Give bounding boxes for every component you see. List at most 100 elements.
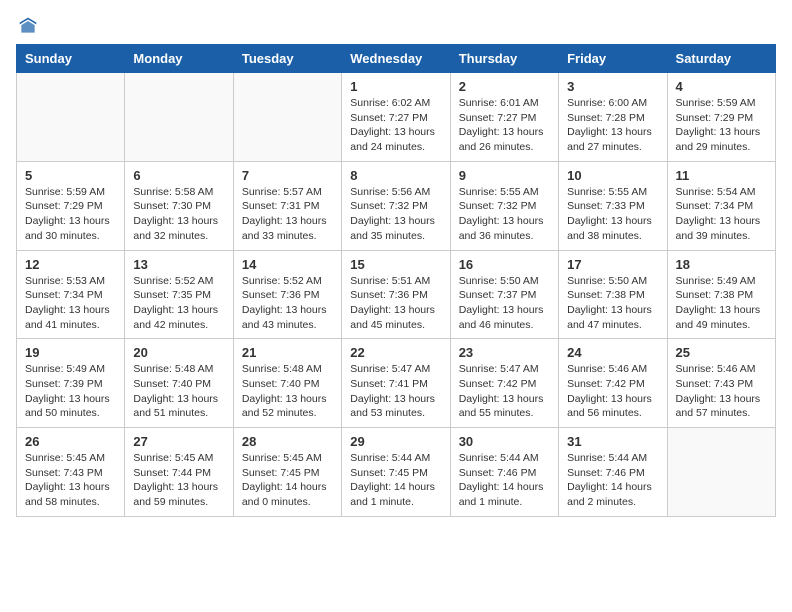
- day-info: Sunrise: 5:50 AM Sunset: 7:37 PM Dayligh…: [459, 274, 550, 333]
- calendar-cell: [17, 73, 125, 162]
- logo-icon: [18, 16, 38, 36]
- day-info: Sunrise: 5:49 AM Sunset: 7:39 PM Dayligh…: [25, 362, 116, 421]
- calendar-cell: 2Sunrise: 6:01 AM Sunset: 7:27 PM Daylig…: [450, 73, 558, 162]
- day-number: 19: [25, 345, 116, 360]
- day-info: Sunrise: 5:59 AM Sunset: 7:29 PM Dayligh…: [676, 96, 767, 155]
- day-info: Sunrise: 5:59 AM Sunset: 7:29 PM Dayligh…: [25, 185, 116, 244]
- calendar-cell: 13 Sunrise: 5:52 AM Sunset: 7:35 PM Dayli…: [125, 250, 233, 339]
- day-number: 7: [242, 168, 333, 183]
- calendar-week-row: 26 Sunrise: 5:45 AM Sunset: 7:43 PM Dayli…: [17, 428, 776, 517]
- day-number: 27: [133, 434, 224, 449]
- day-info: Sunrise: 5:48 AM Sunset: 7:40 PM Dayligh…: [242, 362, 333, 421]
- day-info: Sunrise: 5:44 AM Sunset: 7:45 PM Dayligh…: [350, 451, 441, 510]
- day-info: Sunrise: 5:50 AM Sunset: 7:38 PM Dayligh…: [567, 274, 658, 333]
- day-number: 30: [459, 434, 550, 449]
- day-number: 25: [676, 345, 767, 360]
- calendar-cell: 8 Sunrise: 5:56 AM Sunset: 7:32 PM Daylig…: [342, 161, 450, 250]
- day-number: 21: [242, 345, 333, 360]
- calendar-cell: 29Sunrise: 5:44 AM Sunset: 7:45 PM Dayli…: [342, 428, 450, 517]
- day-number: 3: [567, 79, 658, 94]
- day-number: 1: [350, 79, 441, 94]
- weekday-header: Wednesday: [342, 45, 450, 73]
- calendar-cell: 17 Sunrise: 5:50 AM Sunset: 7:38 PM Dayli…: [559, 250, 667, 339]
- page-header: [16, 16, 776, 36]
- day-info: Sunrise: 5:44 AM Sunset: 7:46 PM Dayligh…: [459, 451, 550, 510]
- weekday-header: Sunday: [17, 45, 125, 73]
- calendar-cell: 12 Sunrise: 5:53 AM Sunset: 7:34 PM Dayli…: [17, 250, 125, 339]
- calendar-cell: [233, 73, 341, 162]
- day-number: 9: [459, 168, 550, 183]
- day-number: 20: [133, 345, 224, 360]
- day-number: 8: [350, 168, 441, 183]
- day-number: 13: [133, 257, 224, 272]
- day-info: Sunrise: 5:45 AM Sunset: 7:43 PM Dayligh…: [25, 451, 116, 510]
- day-number: 15: [350, 257, 441, 272]
- day-info: Sunrise: 5:56 AM Sunset: 7:32 PM Dayligh…: [350, 185, 441, 244]
- calendar-cell: 6 Sunrise: 5:58 AM Sunset: 7:30 PM Daylig…: [125, 161, 233, 250]
- weekday-header: Friday: [559, 45, 667, 73]
- calendar-week-row: 5 Sunrise: 5:59 AM Sunset: 7:29 PM Daylig…: [17, 161, 776, 250]
- day-info: Sunrise: 5:52 AM Sunset: 7:36 PM Dayligh…: [242, 274, 333, 333]
- calendar-cell: 11 Sunrise: 5:54 AM Sunset: 7:34 PM Dayli…: [667, 161, 775, 250]
- calendar-cell: 20Sunrise: 5:48 AM Sunset: 7:40 PM Dayli…: [125, 339, 233, 428]
- day-info: Sunrise: 5:45 AM Sunset: 7:45 PM Dayligh…: [242, 451, 333, 510]
- calendar-cell: 22 Sunrise: 5:47 AM Sunset: 7:41 PM Dayli…: [342, 339, 450, 428]
- calendar-cell: 7 Sunrise: 5:57 AM Sunset: 7:31 PM Daylig…: [233, 161, 341, 250]
- day-info: Sunrise: 6:00 AM Sunset: 7:28 PM Dayligh…: [567, 96, 658, 155]
- day-number: 6: [133, 168, 224, 183]
- weekday-header: Tuesday: [233, 45, 341, 73]
- day-info: Sunrise: 5:55 AM Sunset: 7:32 PM Dayligh…: [459, 185, 550, 244]
- calendar-cell: 19 Sunrise: 5:49 AM Sunset: 7:39 PM Dayli…: [17, 339, 125, 428]
- day-info: Sunrise: 6:02 AM Sunset: 7:27 PM Dayligh…: [350, 96, 441, 155]
- calendar-cell: [125, 73, 233, 162]
- calendar-cell: 4 Sunrise: 5:59 AM Sunset: 7:29 PM Daylig…: [667, 73, 775, 162]
- calendar-cell: [667, 428, 775, 517]
- weekday-header: Monday: [125, 45, 233, 73]
- day-number: 17: [567, 257, 658, 272]
- day-number: 10: [567, 168, 658, 183]
- day-info: Sunrise: 5:54 AM Sunset: 7:34 PM Dayligh…: [676, 185, 767, 244]
- calendar-cell: 23 Sunrise: 5:47 AM Sunset: 7:42 PM Dayli…: [450, 339, 558, 428]
- calendar-cell: 15 Sunrise: 5:51 AM Sunset: 7:36 PM Dayli…: [342, 250, 450, 339]
- calendar-week-row: 19 Sunrise: 5:49 AM Sunset: 7:39 PM Dayli…: [17, 339, 776, 428]
- calendar-cell: 21 Sunrise: 5:48 AM Sunset: 7:40 PM Dayli…: [233, 339, 341, 428]
- day-number: 31: [567, 434, 658, 449]
- calendar-cell: 14 Sunrise: 5:52 AM Sunset: 7:36 PM Dayli…: [233, 250, 341, 339]
- calendar-cell: 28 Sunrise: 5:45 AM Sunset: 7:45 PM Dayli…: [233, 428, 341, 517]
- day-number: 18: [676, 257, 767, 272]
- calendar-cell: 27 Sunrise: 5:45 AM Sunset: 7:44 PM Dayli…: [125, 428, 233, 517]
- day-info: Sunrise: 5:58 AM Sunset: 7:30 PM Dayligh…: [133, 185, 224, 244]
- calendar-cell: 26 Sunrise: 5:45 AM Sunset: 7:43 PM Dayli…: [17, 428, 125, 517]
- calendar-cell: 1 Sunrise: 6:02 AM Sunset: 7:27 PM Daylig…: [342, 73, 450, 162]
- day-number: 5: [25, 168, 116, 183]
- day-info: Sunrise: 5:47 AM Sunset: 7:42 PM Dayligh…: [459, 362, 550, 421]
- day-number: 28: [242, 434, 333, 449]
- calendar-header-row: SundayMondayTuesdayWednesdayThursdayFrid…: [17, 45, 776, 73]
- day-number: 11: [676, 168, 767, 183]
- calendar-week-row: 1 Sunrise: 6:02 AM Sunset: 7:27 PM Daylig…: [17, 73, 776, 162]
- calendar-week-row: 12 Sunrise: 5:53 AM Sunset: 7:34 PM Dayli…: [17, 250, 776, 339]
- logo: [16, 16, 38, 36]
- day-number: 26: [25, 434, 116, 449]
- day-info: Sunrise: 5:44 AM Sunset: 7:46 PM Dayligh…: [567, 451, 658, 510]
- calendar-cell: 31 Sunrise: 5:44 AM Sunset: 7:46 PM Dayli…: [559, 428, 667, 517]
- day-info: Sunrise: 5:47 AM Sunset: 7:41 PM Dayligh…: [350, 362, 441, 421]
- day-number: 12: [25, 257, 116, 272]
- day-info: Sunrise: 5:57 AM Sunset: 7:31 PM Dayligh…: [242, 185, 333, 244]
- day-number: 23: [459, 345, 550, 360]
- calendar-cell: 24Sunrise: 5:46 AM Sunset: 7:42 PM Dayli…: [559, 339, 667, 428]
- calendar-cell: 25Sunrise: 5:46 AM Sunset: 7:43 PM Dayli…: [667, 339, 775, 428]
- day-number: 22: [350, 345, 441, 360]
- day-info: Sunrise: 5:52 AM Sunset: 7:35 PM Dayligh…: [133, 274, 224, 333]
- day-number: 2: [459, 79, 550, 94]
- day-info: Sunrise: 5:51 AM Sunset: 7:36 PM Dayligh…: [350, 274, 441, 333]
- day-number: 14: [242, 257, 333, 272]
- day-number: 16: [459, 257, 550, 272]
- weekday-header: Saturday: [667, 45, 775, 73]
- day-number: 24: [567, 345, 658, 360]
- day-info: Sunrise: 5:45 AM Sunset: 7:44 PM Dayligh…: [133, 451, 224, 510]
- calendar-cell: 10Sunrise: 5:55 AM Sunset: 7:33 PM Dayli…: [559, 161, 667, 250]
- day-number: 4: [676, 79, 767, 94]
- day-info: Sunrise: 5:53 AM Sunset: 7:34 PM Dayligh…: [25, 274, 116, 333]
- calendar-cell: 9 Sunrise: 5:55 AM Sunset: 7:32 PM Daylig…: [450, 161, 558, 250]
